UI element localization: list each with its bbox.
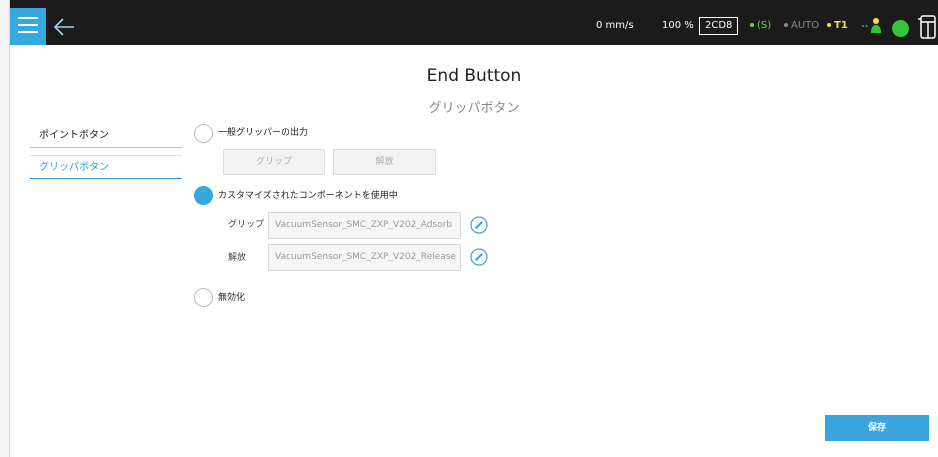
app-window: 0 mm/s 100 % 2CD8 (S) AUTO T1 End Button… [0, 0, 938, 457]
tool-status: T1 [827, 20, 848, 32]
radio-general-gripper[interactable] [194, 124, 213, 143]
top-status-bar: 0 mm/s 100 % 2CD8 (S) AUTO T1 [10, 0, 938, 45]
status-dot-icon [827, 23, 831, 27]
speed-readout: 0 mm/s [596, 20, 634, 31]
hamburger-icon-line [18, 31, 38, 33]
page-title: End Button [426, 66, 522, 86]
sidebar-item-point-button[interactable]: ポイントボタン [30, 124, 182, 148]
release-field[interactable]: VacuumSensor_SMC_ZXP_V202_Release [268, 244, 461, 271]
release-field-label: 解放 [228, 253, 247, 263]
servo-symbol: S [760, 20, 768, 31]
radio-custom-component-label: カスタマイズされたコンポーネントを使用中 [218, 191, 398, 201]
override-readout: 100 % [662, 20, 694, 31]
radio-general-gripper-label: 一般グリッパーの出力 [218, 128, 309, 138]
menu-button[interactable] [10, 8, 46, 45]
radio-disable-label: 無効化 [218, 293, 246, 303]
mode-status: AUTO [784, 20, 819, 32]
arrow-left-icon[interactable] [53, 16, 75, 38]
robot-icon[interactable] [862, 17, 884, 33]
controller-code-badge: 2CD8 [699, 17, 739, 35]
servo-status: (S) [750, 20, 771, 32]
radio-custom-component[interactable] [194, 186, 213, 205]
save-button[interactable]: 保存 [825, 415, 929, 441]
sidebar-item-gripper-button[interactable]: グリッパボタン [30, 155, 182, 179]
teach-pendant-icon[interactable] [918, 14, 938, 40]
release-pencil-icon[interactable] [470, 248, 488, 266]
grip-field[interactable]: VacuumSensor_SMC_ZXP_V202_Adsorb [268, 212, 461, 239]
tool-label: T1 [834, 20, 848, 31]
grip-field-label: グリップ [228, 220, 265, 230]
green-status-dot[interactable] [892, 20, 909, 37]
radio-disable[interactable] [194, 288, 213, 307]
grip-button[interactable]: グリップ [223, 149, 325, 175]
status-dot-icon [750, 23, 754, 27]
page-subtitle: グリッパボタン [428, 101, 520, 116]
hamburger-icon-line [18, 24, 38, 26]
status-dot-icon [784, 23, 788, 27]
release-button[interactable]: 解放 [333, 149, 436, 175]
left-edge [0, 0, 10, 457]
mode-label: AUTO [791, 20, 820, 31]
hamburger-icon [18, 17, 38, 19]
grip-pencil-icon[interactable] [470, 216, 488, 234]
